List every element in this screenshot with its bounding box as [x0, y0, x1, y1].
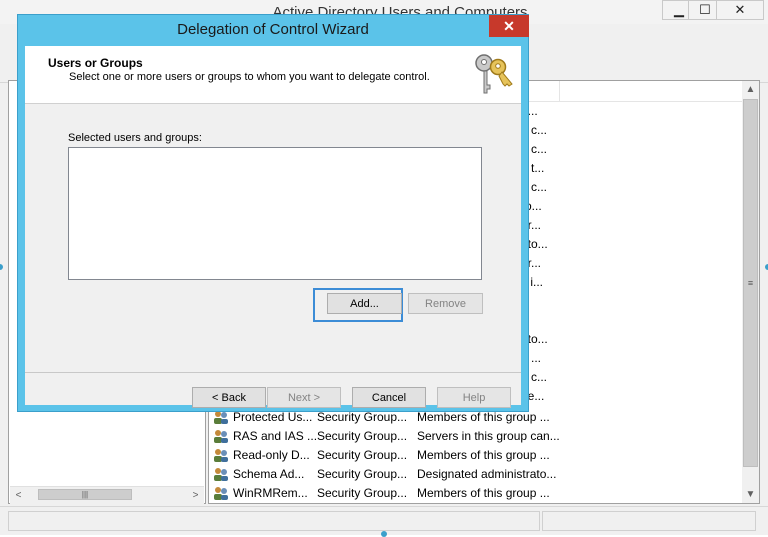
wizard-step-subtitle: Select one or more users or groups to wh…: [69, 71, 430, 83]
item-name: Schema Ad...: [233, 467, 305, 481]
item-type: Security Group...: [317, 410, 408, 424]
delegation-wizard-dialog: Delegation of Control Wizard ✕ Users or …: [17, 14, 529, 412]
scroll-thumb[interactable]: ≡: [743, 99, 758, 467]
scroll-up-icon[interactable]: ▲: [742, 81, 759, 98]
item-name: Read-only D...: [233, 448, 310, 462]
group-icon: [214, 487, 228, 500]
add-button[interactable]: Add...: [327, 293, 402, 314]
item-type: Security Group...: [317, 429, 408, 443]
item-description: Servers in this group can...: [417, 429, 560, 443]
next-button[interactable]: Next >: [267, 387, 341, 408]
help-button[interactable]: Help: [437, 387, 511, 408]
resize-handle[interactable]: [381, 531, 387, 537]
divider: [25, 372, 521, 373]
back-button[interactable]: < Back: [192, 387, 266, 408]
close-icon: ✕: [734, 2, 746, 17]
item-type: Security Group...: [317, 486, 408, 500]
item-description: Members of this group ...: [417, 448, 550, 462]
minimize-icon: ▁: [674, 2, 684, 17]
keys-icon: [475, 54, 513, 94]
scroll-down-icon[interactable]: ▼: [742, 486, 759, 503]
item-description: Members of this group ...: [417, 410, 550, 424]
item-type: Security Group...: [317, 448, 408, 462]
remove-button[interactable]: Remove: [408, 293, 483, 314]
group-icon: [214, 468, 228, 481]
dialog-close-button[interactable]: ✕: [489, 15, 529, 37]
status-cell: [8, 511, 540, 531]
group-icon: [214, 430, 228, 443]
wizard-step-title: Users or Groups: [48, 56, 143, 70]
list-vertical-scrollbar[interactable]: ▲ ≡ ▼: [742, 81, 759, 503]
group-icon: [214, 449, 228, 462]
item-name: Protected Us...: [233, 410, 313, 424]
maximize-icon: ☐: [699, 2, 711, 17]
status-cell: [542, 511, 756, 531]
scroll-right-icon[interactable]: >: [187, 487, 204, 504]
selected-users-label: Selected users and groups:: [68, 132, 202, 144]
dialog-title: Delegation of Control Wizard: [177, 21, 369, 38]
close-button[interactable]: ✕: [716, 0, 764, 20]
scroll-thumb[interactable]: |||: [38, 489, 132, 500]
list-item[interactable]: WinRMRem... Security Group... Members of…: [209, 483, 743, 502]
item-description: Designated administrato...: [417, 467, 557, 481]
dialog-body: Users or Groups Select one or more users…: [25, 46, 521, 408]
item-description: Members of this group ...: [417, 486, 550, 500]
list-item[interactable]: Schema Ad... Security Group... Designate…: [209, 464, 743, 483]
list-item[interactable]: Read-only D... Security Group... Members…: [209, 445, 743, 464]
item-name: RAS and IAS ...: [233, 429, 318, 443]
wizard-header: Users or Groups Select one or more users…: [25, 46, 521, 104]
cancel-button[interactable]: Cancel: [352, 387, 426, 408]
close-icon: ✕: [503, 17, 515, 34]
scroll-left-icon[interactable]: <: [10, 487, 27, 504]
tree-horizontal-scrollbar[interactable]: < ||| >: [10, 486, 204, 504]
list-item[interactable]: RAS and IAS ... Security Group... Server…: [209, 426, 743, 445]
selected-users-list[interactable]: [68, 147, 482, 280]
item-name: WinRMRem...: [233, 486, 308, 500]
item-type: Security Group...: [317, 467, 408, 481]
